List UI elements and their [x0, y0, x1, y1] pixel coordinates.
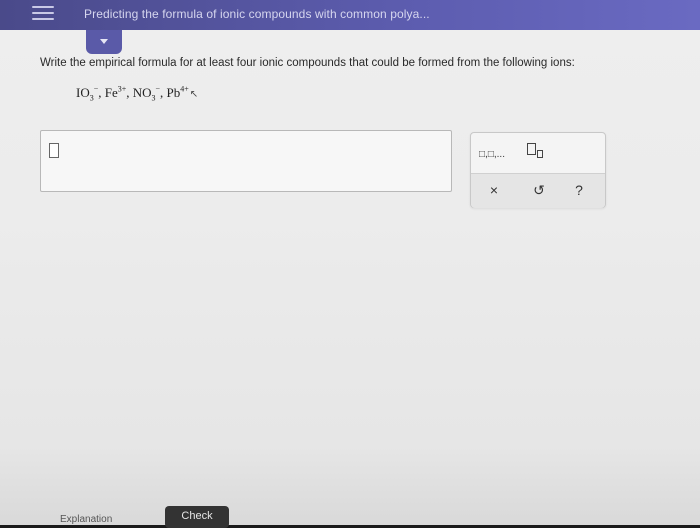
- ion-iodate: IO3−: [76, 84, 99, 103]
- toolbar-insert-row: □,□,...: [471, 133, 605, 173]
- ion-lead: Pb4+: [166, 84, 189, 100]
- chevron-down-icon: [100, 39, 108, 44]
- collapse-toggle[interactable]: [86, 30, 122, 54]
- header-bar: Predicting the formula of ionic compound…: [0, 0, 700, 30]
- question-prompt: Write the empirical formula for at least…: [40, 57, 575, 69]
- clear-button[interactable]: ×: [485, 182, 503, 198]
- undo-button[interactable]: ↺: [530, 182, 548, 199]
- help-button[interactable]: ?: [570, 182, 588, 198]
- explanation-button[interactable]: Explanation: [60, 514, 112, 525]
- subscript-list-button[interactable]: □,□,...: [479, 144, 533, 164]
- page: Predicting the formula of ionic compound…: [0, 0, 700, 528]
- input-placeholder-box: [49, 143, 59, 158]
- toolbar-action-row: × ↺ ?: [471, 173, 605, 208]
- ion-iron: Fe3+: [104, 84, 127, 100]
- ion-list: IO3−, Fe3+, NO3−, Pb4+↖: [76, 84, 199, 103]
- superscript-icon[interactable]: [527, 141, 551, 165]
- ion-nitrate: NO3−: [132, 84, 161, 103]
- math-toolbar: □,□,... × ↺ ?: [470, 132, 606, 208]
- assignment-title: Predicting the formula of ionic compound…: [84, 7, 430, 21]
- mouse-pointer-icon: ↖: [189, 89, 199, 100]
- answer-input[interactable]: [40, 130, 452, 192]
- hamburger-menu-icon[interactable]: [32, 6, 54, 20]
